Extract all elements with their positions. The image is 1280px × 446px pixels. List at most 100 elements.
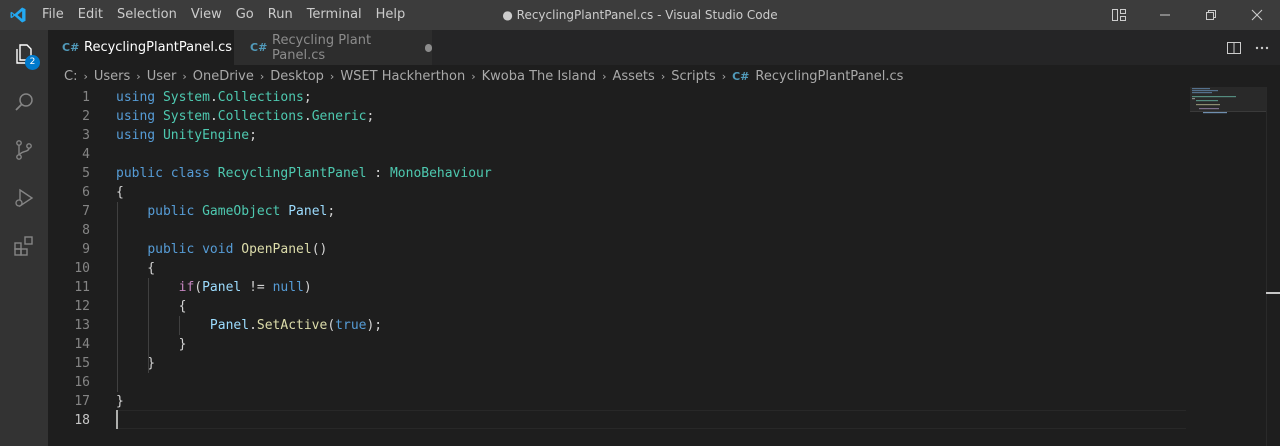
code-area[interactable]: using System.Collections; using System.Co… — [116, 87, 1186, 446]
code-token: ( — [327, 318, 336, 333]
breadcrumb-segment[interactable]: WSET Hackherthon — [340, 69, 465, 84]
breadcrumb-segment[interactable]: OneDrive — [193, 69, 254, 84]
line-number: 9 — [82, 242, 90, 257]
code-token: if — [178, 280, 195, 295]
tab-recyclingplantpanel[interactable]: C# RecyclingPlantPanel.cs — [48, 30, 234, 65]
menu-terminal[interactable]: Terminal — [300, 0, 369, 30]
more-actions-icon[interactable] — [1254, 40, 1270, 56]
menu-edit[interactable]: Edit — [71, 0, 110, 30]
code-token: System — [162, 90, 210, 105]
code-line[interactable]: { — [116, 297, 187, 316]
minimap-slider[interactable] — [1190, 87, 1266, 112]
code-line[interactable]: public GameObject Panel; — [116, 202, 335, 221]
code-line[interactable]: using System.Collections; — [116, 88, 312, 107]
code-token: using — [116, 90, 156, 105]
chevron-right-icon: › — [259, 69, 265, 83]
window-controls — [1096, 0, 1280, 30]
code-line[interactable]: } — [116, 354, 155, 373]
code-line[interactable]: public class RecyclingPlantPanel : MonoB… — [116, 164, 492, 183]
code-line[interactable]: public void OpenPanel() — [116, 240, 327, 259]
code-token: Panel — [288, 204, 328, 219]
activity-search[interactable] — [0, 78, 48, 126]
code-token: ) — [303, 280, 312, 295]
code-token: != — [241, 280, 273, 295]
code-line[interactable]: if(Panel != null) — [116, 278, 312, 297]
code-token: ( — [194, 280, 203, 295]
menu-file[interactable]: File — [35, 0, 71, 30]
line-number: 8 — [82, 223, 90, 238]
menu-help[interactable]: Help — [369, 0, 413, 30]
breadcrumb: C: › Users › User › OneDrive › Desktop › WSET Hack… — [48, 65, 1280, 87]
code-token: () — [311, 242, 328, 257]
activity-extensions[interactable] — [0, 222, 48, 270]
breadcrumb-segment[interactable]: Desktop — [270, 69, 324, 84]
code-token: RecyclingPlantPanel — [217, 166, 367, 181]
close-window-button[interactable] — [1234, 0, 1280, 30]
vertical-scrollbar[interactable] — [1266, 87, 1280, 446]
editor-actions — [1226, 30, 1270, 65]
breadcrumb-file[interactable]: RecyclingPlantPanel.cs — [755, 69, 903, 84]
code-token: System — [162, 109, 210, 124]
code-token: void — [202, 242, 234, 257]
csharp-file-icon: C# — [250, 41, 268, 54]
activity-source-control[interactable] — [0, 126, 48, 174]
line-number: 6 — [82, 185, 90, 200]
minimize-icon — [1160, 14, 1170, 16]
code-token: Collections — [217, 90, 304, 105]
breadcrumb-segment[interactable]: User — [147, 69, 177, 84]
breadcrumb-segment[interactable]: C: — [64, 69, 77, 84]
restore-button[interactable] — [1188, 0, 1234, 30]
code-token: UnityEngine — [162, 128, 250, 143]
tab-label: Recycling Plant Panel.cs — [272, 32, 372, 63]
breadcrumb-segment[interactable]: Kwoba The Island — [482, 69, 596, 84]
chevron-right-icon: › — [329, 69, 335, 83]
code-token: ); — [366, 318, 383, 333]
code-line[interactable]: Panel.SetActive(true); — [116, 316, 382, 335]
code-editor[interactable]: 1 2 3 4 5 6 7 8 9 10 11 12 13 14 15 16 17 18 using System… — [48, 87, 1280, 446]
minimize-button[interactable] — [1142, 0, 1188, 30]
menu-go[interactable]: Go — [229, 0, 261, 30]
code-token: { — [116, 261, 156, 276]
code-token: . — [209, 109, 218, 124]
indent-guide — [117, 202, 118, 392]
code-line[interactable]: using System.Collections.Generic; — [116, 107, 374, 126]
menu-bar: File Edit Selection View Go Run Terminal… — [35, 0, 412, 30]
line-number: 2 — [82, 109, 90, 124]
code-line[interactable]: { — [116, 183, 124, 202]
breadcrumb-segment[interactable]: Users — [94, 69, 130, 84]
code-token: . — [303, 109, 312, 124]
text-cursor — [116, 410, 118, 429]
indent-guide — [179, 316, 180, 335]
code-token: { — [116, 185, 124, 200]
minimap[interactable] — [1190, 87, 1266, 446]
activity-explorer[interactable]: 2 — [0, 30, 48, 78]
code-line[interactable]: } — [116, 335, 187, 354]
tab-recycling-plant-panel[interactable]: C# Recycling Plant Panel.cs — [234, 30, 432, 65]
csharp-file-icon: C# — [732, 69, 750, 83]
code-line[interactable]: } — [116, 392, 124, 411]
unsaved-dot-icon[interactable] — [424, 43, 432, 52]
menu-view[interactable]: View — [184, 0, 229, 30]
customize-layout-button[interactable] — [1096, 0, 1142, 30]
indent-guide — [148, 278, 149, 373]
line-number: 3 — [82, 128, 90, 143]
line-number: 1 — [82, 90, 90, 105]
code-token: } — [116, 394, 124, 409]
split-editor-icon[interactable] — [1226, 40, 1242, 56]
menu-selection[interactable]: Selection — [110, 0, 184, 30]
code-line[interactable]: using UnityEngine; — [116, 126, 257, 145]
menu-run[interactable]: Run — [261, 0, 300, 30]
line-number: 14 — [74, 337, 90, 352]
breadcrumb-segment[interactable]: Assets — [613, 69, 655, 84]
code-line[interactable]: { — [116, 259, 155, 278]
code-token: class — [170, 166, 210, 181]
chevron-right-icon: › — [471, 69, 476, 83]
code-token: . — [209, 90, 218, 105]
breadcrumb-segment[interactable]: Scripts — [671, 69, 715, 84]
activity-run-debug[interactable] — [0, 174, 48, 222]
